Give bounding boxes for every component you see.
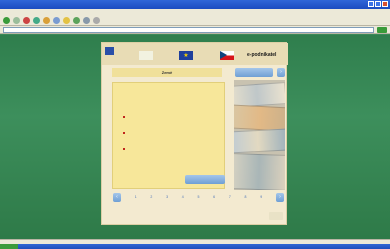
page-link[interactable]: 3 [166, 195, 168, 199]
back-icon[interactable] [3, 16, 10, 24]
app-panel: ★ e-podnikatel Země › ‹ 1 2 3 4 5 6 7 8 … [101, 42, 288, 225]
next-arrow-icon[interactable]: › [277, 68, 285, 77]
question-link-3[interactable] [123, 147, 127, 151]
stars-flag-icon[interactable] [139, 51, 153, 60]
address-input[interactable] [3, 26, 374, 33]
print-icon[interactable] [93, 16, 100, 24]
site-logo[interactable] [105, 47, 115, 61]
refresh-icon[interactable] [33, 16, 40, 24]
history-icon[interactable] [73, 16, 80, 24]
page-link[interactable]: 5 [197, 195, 199, 199]
prev-page-icon[interactable]: ‹ [113, 192, 121, 202]
pagination: ‹ 1 2 3 4 5 6 7 8 9 › [112, 192, 285, 202]
czech-flag-icon[interactable] [220, 51, 234, 60]
section-title: Země [112, 68, 222, 77]
next-page-icon[interactable]: › [275, 192, 284, 202]
page-link[interactable]: 6 [213, 195, 215, 199]
footer-badge-icon[interactable] [269, 212, 283, 220]
browser-toolbar [0, 15, 390, 26]
minimize-button[interactable] [368, 1, 374, 7]
favorites-icon[interactable] [63, 16, 70, 24]
taskbar [0, 244, 390, 249]
address-bar [0, 26, 390, 34]
page-link[interactable]: 1 [135, 195, 137, 199]
bullet-icon [123, 132, 125, 135]
banknotes-image [234, 80, 285, 190]
bullet-icon [123, 116, 125, 119]
question-link-2[interactable] [123, 131, 127, 135]
page-link[interactable]: 2 [150, 195, 152, 199]
page-link[interactable]: 4 [182, 195, 184, 199]
content-button[interactable] [185, 175, 225, 184]
question-link-1[interactable] [123, 115, 127, 119]
maximize-button[interactable] [375, 1, 381, 7]
window-controls [368, 1, 388, 7]
bullet-icon [123, 148, 125, 151]
footer-logo[interactable] [105, 212, 121, 220]
start-button[interactable] [0, 244, 18, 249]
brand-name: e-podnikatel [247, 52, 277, 58]
page-link[interactable]: 8 [245, 195, 247, 199]
logo-icon [105, 47, 114, 55]
page-link[interactable]: 9 [260, 195, 262, 199]
banknote [234, 152, 285, 190]
stop-icon[interactable] [23, 16, 30, 24]
content-box [112, 82, 225, 189]
banknote [234, 128, 285, 154]
mail-icon[interactable] [83, 16, 90, 24]
forward-icon[interactable] [13, 16, 20, 24]
app-header: ★ e-podnikatel [102, 43, 288, 65]
home-icon[interactable] [43, 16, 50, 24]
search-icon[interactable] [53, 16, 60, 24]
page-link[interactable]: 7 [229, 195, 231, 199]
banknote [234, 104, 285, 132]
top-button[interactable] [235, 68, 273, 77]
window-titlebar [0, 0, 390, 9]
close-button[interactable] [382, 1, 388, 7]
eu-flag-icon[interactable]: ★ [179, 51, 193, 60]
go-button[interactable] [377, 26, 387, 33]
